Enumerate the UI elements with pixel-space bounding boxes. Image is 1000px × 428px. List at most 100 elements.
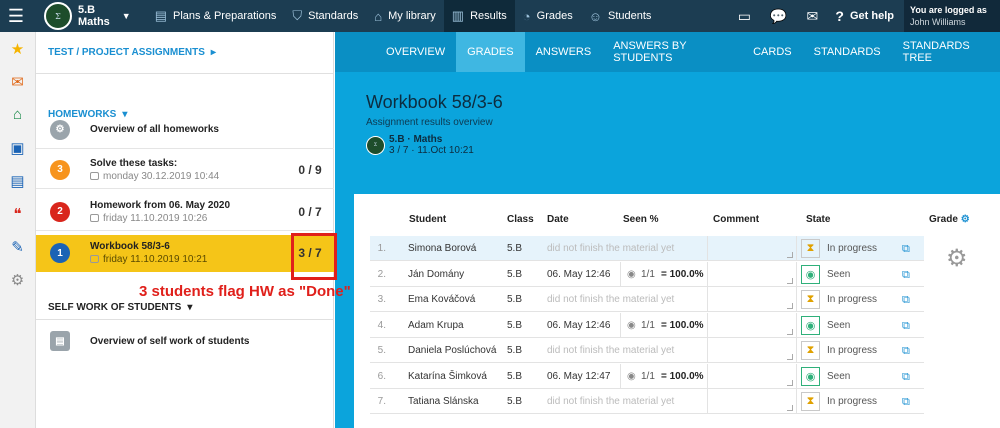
test-project-link[interactable]: TEST / PROJECT ASSIGNMENTS ▸ [36, 32, 333, 74]
state-label: In progress [827, 396, 878, 407]
comment-field[interactable] [707, 236, 797, 261]
notebook-icon[interactable]: ▣ [0, 131, 35, 164]
external-link-icon[interactable]: ⧉ [902, 294, 910, 307]
book-icon[interactable]: ▤ [0, 164, 35, 197]
home-icon[interactable]: ⌂ [0, 98, 35, 131]
star-icon[interactable]: ★ [0, 32, 35, 65]
results-table: Student Class Date Seen % Comment State … [354, 194, 1000, 428]
table-row[interactable]: 2. Ján Domány 5.B 06. May 12:46 ◉ 1/1 = 100.0%… [370, 261, 924, 287]
eye-icon: ◉ [627, 319, 636, 331]
hourglass-icon: ⧗ [801, 239, 820, 258]
checkbox-icon [90, 171, 99, 180]
table-row[interactable]: 3. Ema Kováčová 5.B did not finish the mate… [370, 287, 924, 312]
row-number: 1. [377, 243, 386, 254]
student-name: Tatiana Slánska [408, 396, 479, 407]
class-info: Σ 5.B · Maths 3 / 7 · 11.Oct 10:21 [366, 134, 474, 156]
page-subtitle: Assignment results overview [366, 117, 493, 128]
finish-date: 06. May 12:46 [547, 319, 611, 331]
table-row[interactable]: 6. Katarína Šimková 5.B 06. May 12:47 ◉ 1/1 = … [370, 363, 924, 389]
nav-standards[interactable]: ⛉ Standards [284, 0, 366, 32]
table-row[interactable]: 1. Simona Borová 5.B did not finish the mat… [370, 236, 924, 261]
nav-results[interactable]: ▥ Results [443, 0, 515, 32]
help-button[interactable]: ? Get help [829, 8, 904, 24]
homework-item[interactable]: 2 Homework from 06. May 2020 friday 11.1… [36, 193, 334, 231]
tab-standards[interactable]: STANDARDS [803, 32, 892, 72]
eye-icon: ◉ [627, 268, 636, 280]
class-avatar: Σ [366, 135, 385, 155]
mail-icon[interactable]: ✉ [795, 8, 829, 25]
homework-badge: 3 [50, 159, 70, 180]
resize-handle-icon [787, 354, 793, 360]
finish-date: did not finish the material yet [547, 345, 675, 356]
state-label: In progress [827, 294, 878, 305]
tab-answers[interactable]: ANSWERS [525, 32, 603, 72]
nav-students[interactable]: ☺ Students [581, 0, 660, 32]
state-label: Seen [827, 268, 851, 280]
tab-standards-tree[interactable]: STANDARDS TREE [892, 32, 1000, 72]
cast-icon[interactable]: ▭ [727, 8, 761, 25]
comment-field[interactable] [707, 363, 797, 389]
nav-library[interactable]: ⌂ My library [366, 0, 444, 32]
homework-item-selected[interactable]: 1 Workbook 58/3-6 friday 11.10.2019 10:2… [36, 235, 334, 272]
seen-cell: ◉ 1/1 = 100.0% [620, 261, 705, 287]
external-link-icon[interactable]: ⧉ [902, 371, 910, 384]
gear-icon[interactable]: ⚙ [0, 263, 35, 296]
nav-plans[interactable]: ▤ Plans & Preparations [147, 0, 285, 32]
external-link-icon[interactable]: ⧉ [902, 396, 910, 409]
gear-icon[interactable]: ⚙ [961, 214, 970, 225]
table-row[interactable]: 7. Tatiana Slánska 5.B did not finish the m… [370, 389, 924, 414]
user-name: John Williams [910, 17, 966, 27]
shield-icon: ⛉ [292, 8, 303, 23]
comment-field[interactable] [707, 312, 797, 338]
chart-icon: ▥ [451, 8, 465, 23]
external-link-icon[interactable]: ⧉ [902, 269, 910, 282]
pen-icon[interactable]: ✎ [0, 230, 35, 263]
annotation-text: 3 students flag HW as "Done" [139, 283, 351, 300]
homework-item[interactable]: 3 Solve these tasks: monday 30.12.2019 1… [36, 151, 334, 189]
comment-field[interactable] [707, 338, 797, 363]
overview-homeworks-item[interactable]: ⚙ Overview of all homeworks [36, 111, 334, 149]
table-row[interactable]: 4. Adam Krupa 5.B 06. May 12:46 ◉ 1/1 = 100.0%… [370, 312, 924, 338]
tab-grades[interactable]: GRADES [456, 32, 525, 72]
homework-count: 0 / 7 [298, 204, 322, 219]
user-menu[interactable]: You are logged as John Williams [904, 0, 1000, 32]
student-name: Ján Domány [408, 268, 465, 280]
state-label: Seen [827, 370, 851, 382]
eye-icon: ◉ [627, 370, 636, 382]
seen-cell: ◉ 1/1 = 100.0% [620, 312, 705, 338]
row-number: 4. [377, 319, 386, 331]
external-link-icon[interactable]: ⧉ [902, 243, 910, 256]
resize-handle-icon [787, 328, 793, 335]
chat-bubbles-icon[interactable]: ❝ [0, 197, 35, 230]
tab-overview[interactable]: OVERVIEW [375, 32, 456, 72]
tab-cards[interactable]: CARDS [742, 32, 803, 72]
homework-count: 0 / 9 [298, 162, 322, 177]
icon-rail: ★ ✉ ⌂ ▣ ▤ ❝ ✎ ⚙ [0, 32, 36, 428]
homework-badge: 1 [50, 243, 70, 263]
tab-answers-by-students[interactable]: ANSWERS BY STUDENTS [602, 32, 742, 72]
row-number: 5. [377, 345, 386, 356]
seen-cell: ◉ 1/1 = 100.0% [620, 363, 705, 389]
grades-icon: ◔ [522, 8, 531, 24]
row-number: 2. [377, 268, 386, 280]
class-selector[interactable]: Σ 5.B Maths ▼ [32, 0, 137, 32]
state-label: In progress [827, 243, 878, 254]
comment-field[interactable] [707, 261, 797, 287]
hamburger-icon[interactable]: ☰ [0, 0, 32, 32]
student-class: 5.B [507, 243, 523, 254]
self-work-overview-item[interactable]: ▤ Overview of self work of students [36, 322, 334, 360]
nav-grades[interactable]: ◔ Grades [515, 0, 581, 32]
external-link-icon[interactable]: ⧉ [902, 320, 910, 333]
envelope-icon[interactable]: ✉ [0, 65, 35, 98]
external-link-icon[interactable]: ⧉ [902, 345, 910, 358]
chat-icon[interactable]: 💬 [761, 8, 795, 25]
comment-field[interactable] [707, 389, 797, 414]
table-row[interactable]: 5. Daniela Poslúchová 5.B did not finish th… [370, 338, 924, 363]
annotation-box [291, 233, 337, 280]
students-icon: ☺ [588, 8, 602, 24]
results-panel: OVERVIEW GRADES ANSWERS ANSWERS BY STUDE… [335, 32, 1000, 428]
gear-icon[interactable]: ⚙ [946, 244, 968, 273]
resize-handle-icon [787, 303, 793, 309]
comment-field[interactable] [707, 287, 797, 312]
results-tabs: OVERVIEW GRADES ANSWERS ANSWERS BY STUDE… [335, 32, 1000, 72]
